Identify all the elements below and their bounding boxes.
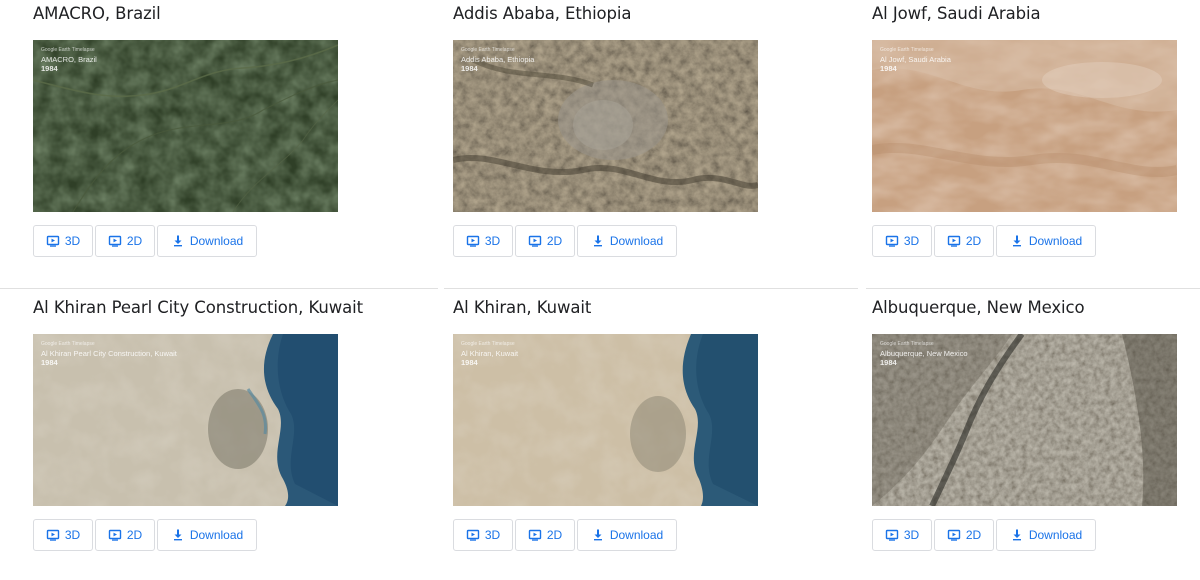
overlay-brand: Google Earth Timelapse — [41, 47, 95, 53]
download-label: Download — [609, 234, 664, 248]
card-title: Al Jowf, Saudi Arabia — [872, 4, 1041, 23]
row-divider — [0, 288, 438, 289]
overlay-year: 1984 — [880, 358, 897, 367]
timelapse-thumbnail[interactable]: Google Earth Timelapse Al Jowf, Saudi Ar… — [872, 40, 1177, 212]
view-3d-button[interactable]: 3D — [872, 519, 932, 551]
play-screen-icon — [46, 234, 60, 248]
card-title: Al Khiran, Kuwait — [453, 298, 592, 317]
view-2d-button[interactable]: 2D — [515, 225, 575, 257]
view-2d-button[interactable]: 2D — [95, 519, 155, 551]
play-screen-icon — [885, 528, 899, 542]
download-button[interactable]: Download — [577, 519, 677, 551]
view-2d-label: 2D — [965, 234, 982, 248]
download-icon — [591, 528, 605, 542]
download-button[interactable]: Download — [996, 225, 1096, 257]
overlay-year: 1984 — [41, 358, 58, 367]
overlay-brand: Google Earth Timelapse — [880, 341, 934, 347]
view-3d-button[interactable]: 3D — [872, 225, 932, 257]
overlay-brand: Google Earth Timelapse — [880, 47, 934, 53]
play-screen-icon — [466, 528, 480, 542]
download-icon — [591, 234, 605, 248]
timelapse-thumbnail[interactable]: Google Earth Timelapse Al Khiran, Kuwait… — [453, 334, 758, 506]
view-2d-label: 2D — [546, 234, 563, 248]
card-title: Addis Ababa, Ethiopia — [453, 4, 632, 23]
download-button[interactable]: Download — [157, 225, 257, 257]
download-label: Download — [1028, 528, 1083, 542]
timelapse-thumbnail[interactable]: Google Earth Timelapse AMACRO, Brazil 19… — [33, 40, 338, 212]
overlay-place: Albuquerque, New Mexico — [880, 349, 968, 358]
view-3d-label: 3D — [484, 234, 501, 248]
download-icon — [1010, 528, 1024, 542]
download-button[interactable]: Download — [996, 519, 1096, 551]
download-label: Download — [1028, 234, 1083, 248]
location-card: Addis Ababa, Ethiopia Google Earth Timel… — [453, 4, 813, 257]
play-screen-icon — [885, 234, 899, 248]
download-button[interactable]: Download — [577, 225, 677, 257]
overlay-year: 1984 — [461, 64, 478, 73]
download-label: Download — [609, 528, 664, 542]
play-screen-icon — [947, 528, 961, 542]
location-card: Albuquerque, New Mexico Google Earth Tim… — [872, 298, 1200, 551]
location-card: Al Jowf, Saudi Arabia Google Earth Timel… — [872, 4, 1200, 257]
card-title: Al Khiran Pearl City Construction, Kuwai… — [33, 298, 363, 317]
location-card: Al Khiran, Kuwait Google Earth Timelapse… — [453, 298, 813, 551]
card-title: AMACRO, Brazil — [33, 4, 161, 23]
view-3d-label: 3D — [484, 528, 501, 542]
view-2d-button[interactable]: 2D — [515, 519, 575, 551]
download-button[interactable]: Download — [157, 519, 257, 551]
view-3d-button[interactable]: 3D — [453, 225, 513, 257]
view-3d-label: 3D — [64, 528, 81, 542]
view-3d-label: 3D — [903, 528, 920, 542]
row-divider — [444, 288, 858, 289]
overlay-year: 1984 — [41, 64, 58, 73]
download-icon — [171, 528, 185, 542]
play-screen-icon — [466, 234, 480, 248]
play-screen-icon — [108, 528, 122, 542]
overlay-place: Al Khiran, Kuwait — [461, 349, 519, 358]
view-2d-label: 2D — [126, 528, 143, 542]
view-2d-button[interactable]: 2D — [934, 225, 994, 257]
play-screen-icon — [46, 528, 60, 542]
row-divider — [866, 288, 1200, 289]
location-card: AMACRO, Brazil Google Earth Timelapse AM… — [33, 4, 393, 257]
view-2d-label: 2D — [546, 528, 563, 542]
view-3d-button[interactable]: 3D — [33, 225, 93, 257]
card-title: Albuquerque, New Mexico — [872, 298, 1085, 317]
overlay-year: 1984 — [880, 64, 897, 73]
download-icon — [171, 234, 185, 248]
overlay-place: Al Jowf, Saudi Arabia — [880, 55, 951, 64]
view-3d-button[interactable]: 3D — [453, 519, 513, 551]
overlay-year: 1984 — [461, 358, 478, 367]
download-icon — [1010, 234, 1024, 248]
view-2d-button[interactable]: 2D — [934, 519, 994, 551]
view-3d-label: 3D — [64, 234, 81, 248]
view-2d-button[interactable]: 2D — [95, 225, 155, 257]
view-2d-label: 2D — [126, 234, 143, 248]
download-label: Download — [189, 528, 244, 542]
play-screen-icon — [947, 234, 961, 248]
overlay-place: Al Khiran Pearl City Construction, Kuwai… — [41, 349, 177, 358]
timelapse-thumbnail[interactable]: Google Earth Timelapse Albuquerque, New … — [872, 334, 1177, 506]
overlay-brand: Google Earth Timelapse — [461, 341, 515, 347]
timelapse-thumbnail[interactable]: Google Earth Timelapse Addis Ababa, Ethi… — [453, 40, 758, 212]
download-label: Download — [189, 234, 244, 248]
view-3d-label: 3D — [903, 234, 920, 248]
overlay-brand: Google Earth Timelapse — [41, 341, 95, 347]
play-screen-icon — [528, 528, 542, 542]
view-3d-button[interactable]: 3D — [33, 519, 93, 551]
play-screen-icon — [108, 234, 122, 248]
location-card: Al Khiran Pearl City Construction, Kuwai… — [33, 298, 393, 551]
play-screen-icon — [528, 234, 542, 248]
overlay-place: Addis Ababa, Ethiopia — [461, 55, 535, 64]
overlay-place: AMACRO, Brazil — [41, 55, 97, 64]
timelapse-thumbnail[interactable]: Google Earth Timelapse Al Khiran Pearl C… — [33, 334, 338, 506]
view-2d-label: 2D — [965, 528, 982, 542]
overlay-brand: Google Earth Timelapse — [461, 47, 515, 53]
